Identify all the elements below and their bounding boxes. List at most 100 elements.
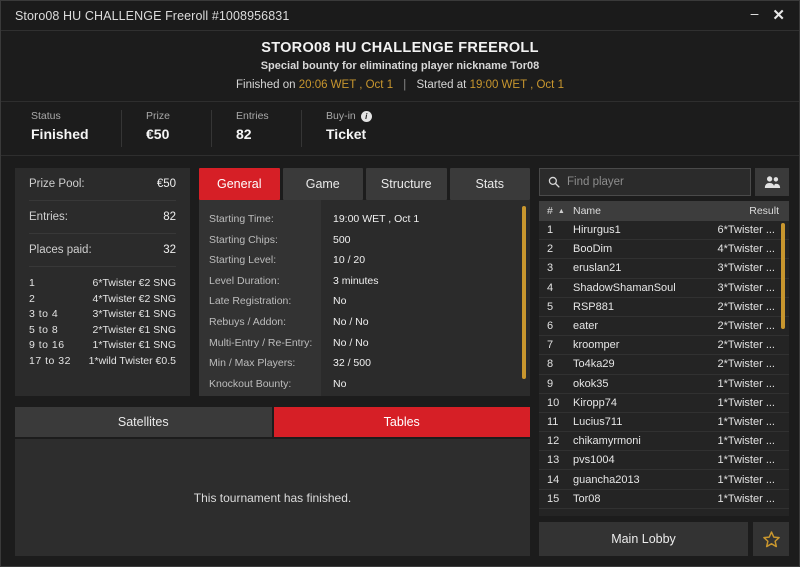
- entries-value: 82: [163, 211, 176, 223]
- payout-prize: 2*Twister €1 SNG: [92, 323, 176, 336]
- detail-labels-column: Starting Time: Starting Chips: Starting …: [199, 200, 321, 396]
- player-result: 4*Twister ...: [717, 243, 775, 256]
- status-stat-status-value: Finished: [31, 126, 89, 142]
- payout-list: 1 6*Twister €2 SNG 2 4*Twister €2 SNG 3 …: [29, 267, 176, 369]
- payout-row: 5 to 8 2*Twister €1 SNG: [29, 323, 176, 339]
- tournament-times: Finished on 20:06 WET , Oct 1 | Started …: [1, 79, 799, 91]
- detail-value: 500: [333, 233, 351, 246]
- player-rank: 10: [547, 396, 560, 409]
- table-row[interactable]: 6 eater 2*Twister ...: [539, 317, 789, 337]
- player-name: eruslan21: [573, 262, 622, 275]
- detail-panel: Starting Time: Starting Chips: Starting …: [199, 200, 530, 396]
- close-icon[interactable]: ✕: [772, 8, 785, 23]
- column-header-name[interactable]: Name: [573, 205, 749, 217]
- sort-ascending-icon: ▲: [557, 207, 565, 215]
- started-label: Started at: [416, 79, 467, 91]
- player-rank: 13: [547, 454, 560, 467]
- people-button[interactable]: [755, 168, 789, 196]
- entries-label: Entries:: [29, 211, 68, 223]
- window-controls: – ✕: [751, 6, 789, 24]
- player-rank: 15: [547, 492, 560, 505]
- column-header-num: #: [547, 205, 553, 217]
- table-row[interactable]: 9 okok35 1*Twister ...: [539, 375, 789, 394]
- player-list-body: 1 Hirurgus1 6*Twister ... 2 BooDim 4*Twi…: [539, 221, 789, 516]
- tournament-subtitle: Special bounty for eliminating player ni…: [260, 60, 540, 72]
- detail-scrollbar-thumb[interactable]: [522, 206, 526, 379]
- detail-label: Multi-Entry / Re-Entry:: [209, 336, 313, 349]
- player-result: 2*Twister ...: [717, 358, 775, 371]
- tab-general[interactable]: General: [199, 168, 280, 200]
- prize-pool-row: Prize Pool: €50: [29, 168, 176, 201]
- player-list-scrollbar[interactable]: [781, 221, 785, 516]
- player-name: chikamyrmoni: [573, 435, 641, 448]
- people-icon: [764, 176, 780, 188]
- player-name: kroomper: [573, 339, 620, 352]
- player-result: 1*Twister ...: [717, 454, 775, 467]
- detail-label: Rebuys / Addon:: [209, 315, 287, 328]
- status-stat-prize-value: €50: [146, 126, 170, 142]
- left-top-section: Prize Pool: €50 Entries: 82 Places paid:…: [15, 168, 530, 396]
- player-name: Tor08: [573, 492, 601, 505]
- player-result: 1*Twister ...: [717, 415, 775, 428]
- favorite-button[interactable]: [753, 522, 789, 556]
- player-result: 1*Twister ...: [717, 492, 775, 505]
- column-header-num-wrap[interactable]: # ▲: [547, 205, 573, 217]
- table-row[interactable]: 7 kroomper 2*Twister ...: [539, 336, 789, 356]
- tab-tables[interactable]: Tables: [273, 407, 530, 437]
- player-name: pvs1004: [573, 454, 615, 467]
- player-result: 1*Twister ...: [717, 396, 775, 409]
- column-header-result[interactable]: Result: [749, 205, 779, 217]
- status-stat-prize: Prize €50: [121, 110, 211, 147]
- detail-value: 10 / 20: [333, 254, 366, 267]
- player-name: BooDim: [573, 243, 613, 256]
- entries-row: Entries: 82: [29, 201, 176, 234]
- players-column: # ▲ Name Result 1 Hirurgus1 6*Twister ..…: [539, 168, 789, 556]
- table-row[interactable]: 15 Tor08 1*Twister ...: [539, 490, 789, 509]
- player-name: RSP881: [573, 300, 614, 313]
- player-list-scrollbar-thumb[interactable]: [781, 223, 785, 330]
- info-icon[interactable]: i: [360, 110, 372, 122]
- player-rank: 5: [547, 300, 554, 313]
- player-search-box[interactable]: [539, 168, 751, 196]
- player-result: 3*Twister ...: [717, 262, 775, 275]
- table-row[interactable]: 13 pvs1004 1*Twister ...: [539, 451, 789, 471]
- search-input[interactable]: [567, 176, 742, 188]
- minimize-icon[interactable]: –: [751, 6, 759, 20]
- status-strip: Status Finished Prize €50 Entries 82 Buy…: [1, 102, 799, 156]
- player-rank: 4: [547, 281, 554, 294]
- tab-structure[interactable]: Structure: [366, 168, 447, 200]
- payout-prize: 1*wild Twister €0.5: [88, 354, 176, 367]
- table-row[interactable]: 3 eruslan21 3*Twister ...: [539, 259, 789, 279]
- player-rank: 12: [547, 435, 560, 448]
- detail-scrollbar[interactable]: [522, 206, 526, 390]
- detail-value: 32 / 500: [333, 357, 371, 370]
- main-lobby-button[interactable]: Main Lobby: [539, 522, 748, 556]
- player-rank: 11: [547, 415, 559, 428]
- detail-value: No: [333, 377, 347, 390]
- player-rank: 1: [547, 224, 554, 237]
- search-icon: [548, 176, 560, 188]
- detail-value: No: [333, 295, 347, 308]
- player-result: 1*Twister ...: [717, 435, 775, 448]
- player-search-row: [539, 168, 789, 196]
- tab-satellites[interactable]: Satellites: [15, 407, 272, 437]
- table-row[interactable]: 12 chikamyrmoni 1*Twister ...: [539, 432, 789, 452]
- table-row[interactable]: 8 To4ka29 2*Twister ...: [539, 355, 789, 375]
- table-row[interactable]: 2 BooDim 4*Twister ...: [539, 240, 789, 260]
- tables-content-panel: This tournament has finished.: [15, 439, 530, 556]
- places-paid-row: Places paid: 32: [29, 234, 176, 267]
- tab-stats[interactable]: Stats: [449, 168, 530, 200]
- table-row[interactable]: 4 ShadowShamanSoul 3*Twister ...: [539, 279, 789, 298]
- table-row[interactable]: 14 guancha2013 1*Twister ...: [539, 470, 789, 490]
- player-result: 1*Twister ...: [717, 377, 775, 390]
- places-paid-value: 32: [163, 244, 176, 256]
- table-row[interactable]: 5 RSP881 2*Twister ...: [539, 298, 789, 317]
- tab-game[interactable]: Game: [282, 168, 363, 200]
- table-row[interactable]: 10 Kiropp74 1*Twister ...: [539, 394, 789, 413]
- payout-prize: 3*Twister €1 SNG: [92, 308, 176, 320]
- lobby-body: Prize Pool: €50 Entries: 82 Places paid:…: [1, 156, 799, 566]
- table-row[interactable]: 11 Lucius711 1*Twister ...: [539, 413, 789, 433]
- table-row[interactable]: 1 Hirurgus1 6*Twister ...: [539, 221, 789, 241]
- player-name: Kiropp74: [573, 396, 618, 409]
- left-column: Prize Pool: €50 Entries: 82 Places paid:…: [15, 168, 530, 556]
